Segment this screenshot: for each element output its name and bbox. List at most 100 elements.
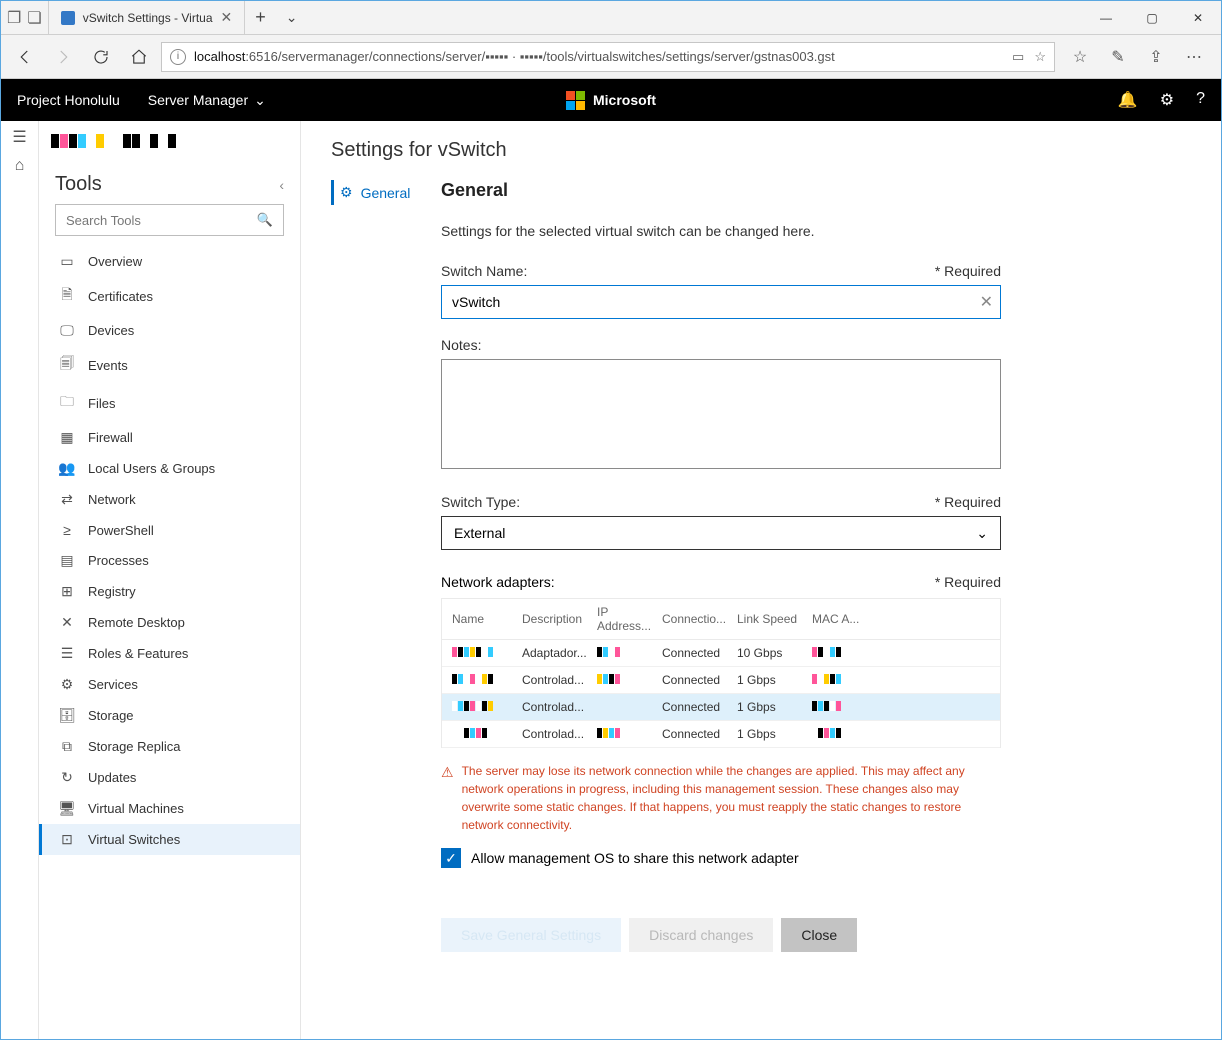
tool-label: Processes — [88, 553, 149, 568]
sidebar-item-events[interactable]: 🗐 Events — [39, 346, 300, 384]
switch-name-label: Switch Name: — [441, 263, 527, 279]
clear-input-icon[interactable]: ✕ — [980, 292, 993, 312]
sidebar-item-storage[interactable]: 🗄Storage — [39, 700, 300, 731]
nav-general-label: General — [361, 185, 411, 201]
sidebar-item-files[interactable]: 🗀Files — [39, 384, 300, 422]
switch-type-select[interactable]: External ⌄ — [441, 516, 1001, 550]
more-icon[interactable]: ⋯ — [1181, 47, 1207, 67]
col-header[interactable]: Description — [522, 612, 597, 626]
tool-icon: ⇄ — [58, 491, 76, 508]
cell-name — [452, 673, 522, 687]
tab-chevron-icon[interactable]: ⌄ — [276, 1, 308, 34]
sidebar-item-devices[interactable]: 🖵Devices — [39, 315, 300, 346]
notes-textarea[interactable] — [441, 359, 1001, 469]
sidebar-item-processes[interactable]: ▤ Processes — [39, 545, 300, 576]
sidebar-item-local-users-groups[interactable]: 👥Local Users & Groups — [39, 453, 300, 484]
hamburger-icon[interactable]: ☰ — [12, 127, 26, 147]
browser-tab[interactable]: vSwitch Settings - Virtua ✕ — [49, 1, 246, 34]
gear-icon[interactable]: ⚙ — [1160, 90, 1174, 110]
overlap-icon2: ❏ — [27, 8, 41, 28]
home-button[interactable] — [123, 41, 155, 73]
search-icon: 🔍 — [257, 212, 273, 228]
tool-icon: ⊞ — [58, 583, 76, 600]
tool-icon: ▤ — [58, 552, 76, 569]
col-header[interactable]: IP Address... — [597, 605, 662, 633]
favorites-icon[interactable]: ☆ — [1067, 47, 1093, 67]
app-brand[interactable]: Project Honolulu — [17, 92, 120, 108]
cell-desc: Controlad... — [522, 700, 597, 714]
col-header[interactable]: Name — [452, 612, 522, 626]
cell-mac — [812, 727, 872, 741]
home-icon[interactable]: ⌂ — [15, 157, 25, 175]
table-row[interactable]: Adaptador...Connected10 Gbps — [442, 640, 1000, 667]
cell-speed: 10 Gbps — [737, 646, 812, 660]
tool-label: Registry — [88, 584, 136, 599]
tool-label: Remote Desktop — [88, 615, 185, 630]
window-close[interactable]: ✕ — [1175, 1, 1221, 34]
discard-button[interactable]: Discard changes — [629, 918, 773, 952]
address-bar[interactable]: i localhost:6516/servermanager/connectio… — [161, 42, 1055, 72]
share-icon[interactable]: ⇪ — [1143, 47, 1169, 67]
close-tab-icon[interactable]: ✕ — [221, 9, 233, 26]
sidebar-item-roles-features[interactable]: ☰Roles & Features — [39, 638, 300, 669]
star-outline-icon[interactable]: ☆ — [1034, 49, 1046, 65]
sidebar-item-virtual-switches[interactable]: ⊡Virtual Switches — [39, 824, 300, 855]
cell-conn: Connected — [662, 700, 737, 714]
tool-icon: ⧉ — [58, 738, 76, 755]
server-manager-menu[interactable]: Server Manager ⌄ — [148, 92, 266, 109]
col-header[interactable]: MAC A... — [812, 612, 872, 626]
required-label-2: * Required — [935, 494, 1001, 510]
notes-label: Notes: — [441, 337, 481, 353]
settings-nav: ⚙ General — [331, 180, 441, 952]
back-button[interactable] — [9, 41, 41, 73]
table-row[interactable]: Controlad...Connected1 Gbps — [442, 667, 1000, 694]
close-button[interactable]: Close — [781, 918, 857, 952]
help-icon[interactable]: ? — [1196, 90, 1205, 110]
tool-icon: 👥 — [58, 460, 76, 477]
forward-button[interactable] — [47, 41, 79, 73]
sidebar-item-virtual-machines[interactable]: 🖥Virtual Machines — [39, 793, 300, 824]
page-title: Settings for vSwitch — [331, 139, 1191, 162]
table-row[interactable]: Controlad...Connected1 Gbps — [442, 721, 1000, 748]
info-icon: i — [170, 49, 186, 65]
section-heading: General — [441, 180, 1001, 201]
cell-conn: Connected — [662, 727, 737, 741]
nav-general[interactable]: ⚙ General — [331, 180, 441, 205]
server-name-redacted — [51, 125, 300, 157]
adapters-table: NameDescriptionIP Address...Connectio...… — [441, 598, 1001, 748]
window-maximize[interactable]: ▢ — [1129, 1, 1175, 34]
table-row[interactable]: Controlad...Connected1 Gbps — [442, 694, 1000, 721]
sidebar-item-storage-replica[interactable]: ⧉Storage Replica — [39, 731, 300, 762]
sidebar-item-certificates[interactable]: 🗎Certificates — [39, 277, 300, 315]
tool-label: Overview — [88, 254, 142, 269]
sidebar-item-firewall[interactable]: ▦Firewall — [39, 422, 300, 453]
sidebar-item-services[interactable]: ⚙Services — [39, 669, 300, 700]
tool-label: PowerShell — [88, 523, 154, 538]
window-minimize[interactable]: — — [1083, 1, 1129, 34]
bell-icon[interactable]: 🔔 — [1118, 90, 1138, 110]
sidebar-item-remote-desktop[interactable]: ✕Remote Desktop — [39, 607, 300, 638]
allow-mgmt-checkbox[interactable]: ✓ — [441, 848, 461, 868]
refresh-button[interactable] — [85, 41, 117, 73]
tool-icon: ↻ — [58, 769, 76, 786]
pen-icon[interactable]: ✎ — [1105, 47, 1131, 67]
sidebar-item-registry[interactable]: ⊞ Registry — [39, 576, 300, 607]
switch-name-input[interactable] — [441, 285, 1001, 319]
collapse-tools-icon[interactable]: ‹ — [279, 177, 284, 193]
tool-label: Virtual Machines — [88, 801, 184, 816]
tool-icon: 🗐 — [58, 353, 76, 377]
left-rail: ☰ ⌂ — [1, 121, 39, 1039]
sidebar-item-updates[interactable]: ↻Updates — [39, 762, 300, 793]
new-tab-button[interactable]: + — [245, 1, 276, 34]
search-tools-input[interactable]: Search Tools 🔍 — [55, 204, 284, 236]
col-header[interactable]: Connectio... — [662, 612, 737, 626]
sidebar-item-powershell[interactable]: ≥PowerShell — [39, 515, 300, 545]
save-button[interactable]: Save General Settings — [441, 918, 621, 952]
cell-ip — [597, 673, 662, 687]
col-header[interactable]: Link Speed — [737, 612, 812, 626]
tool-label: Events — [88, 358, 128, 373]
sidebar-item-network[interactable]: ⇄Network — [39, 484, 300, 515]
sidebar-item-overview[interactable]: ▭Overview — [39, 246, 300, 277]
section-description: Settings for the selected virtual switch… — [441, 223, 1001, 239]
reading-icon[interactable]: ▭ — [1012, 49, 1024, 65]
